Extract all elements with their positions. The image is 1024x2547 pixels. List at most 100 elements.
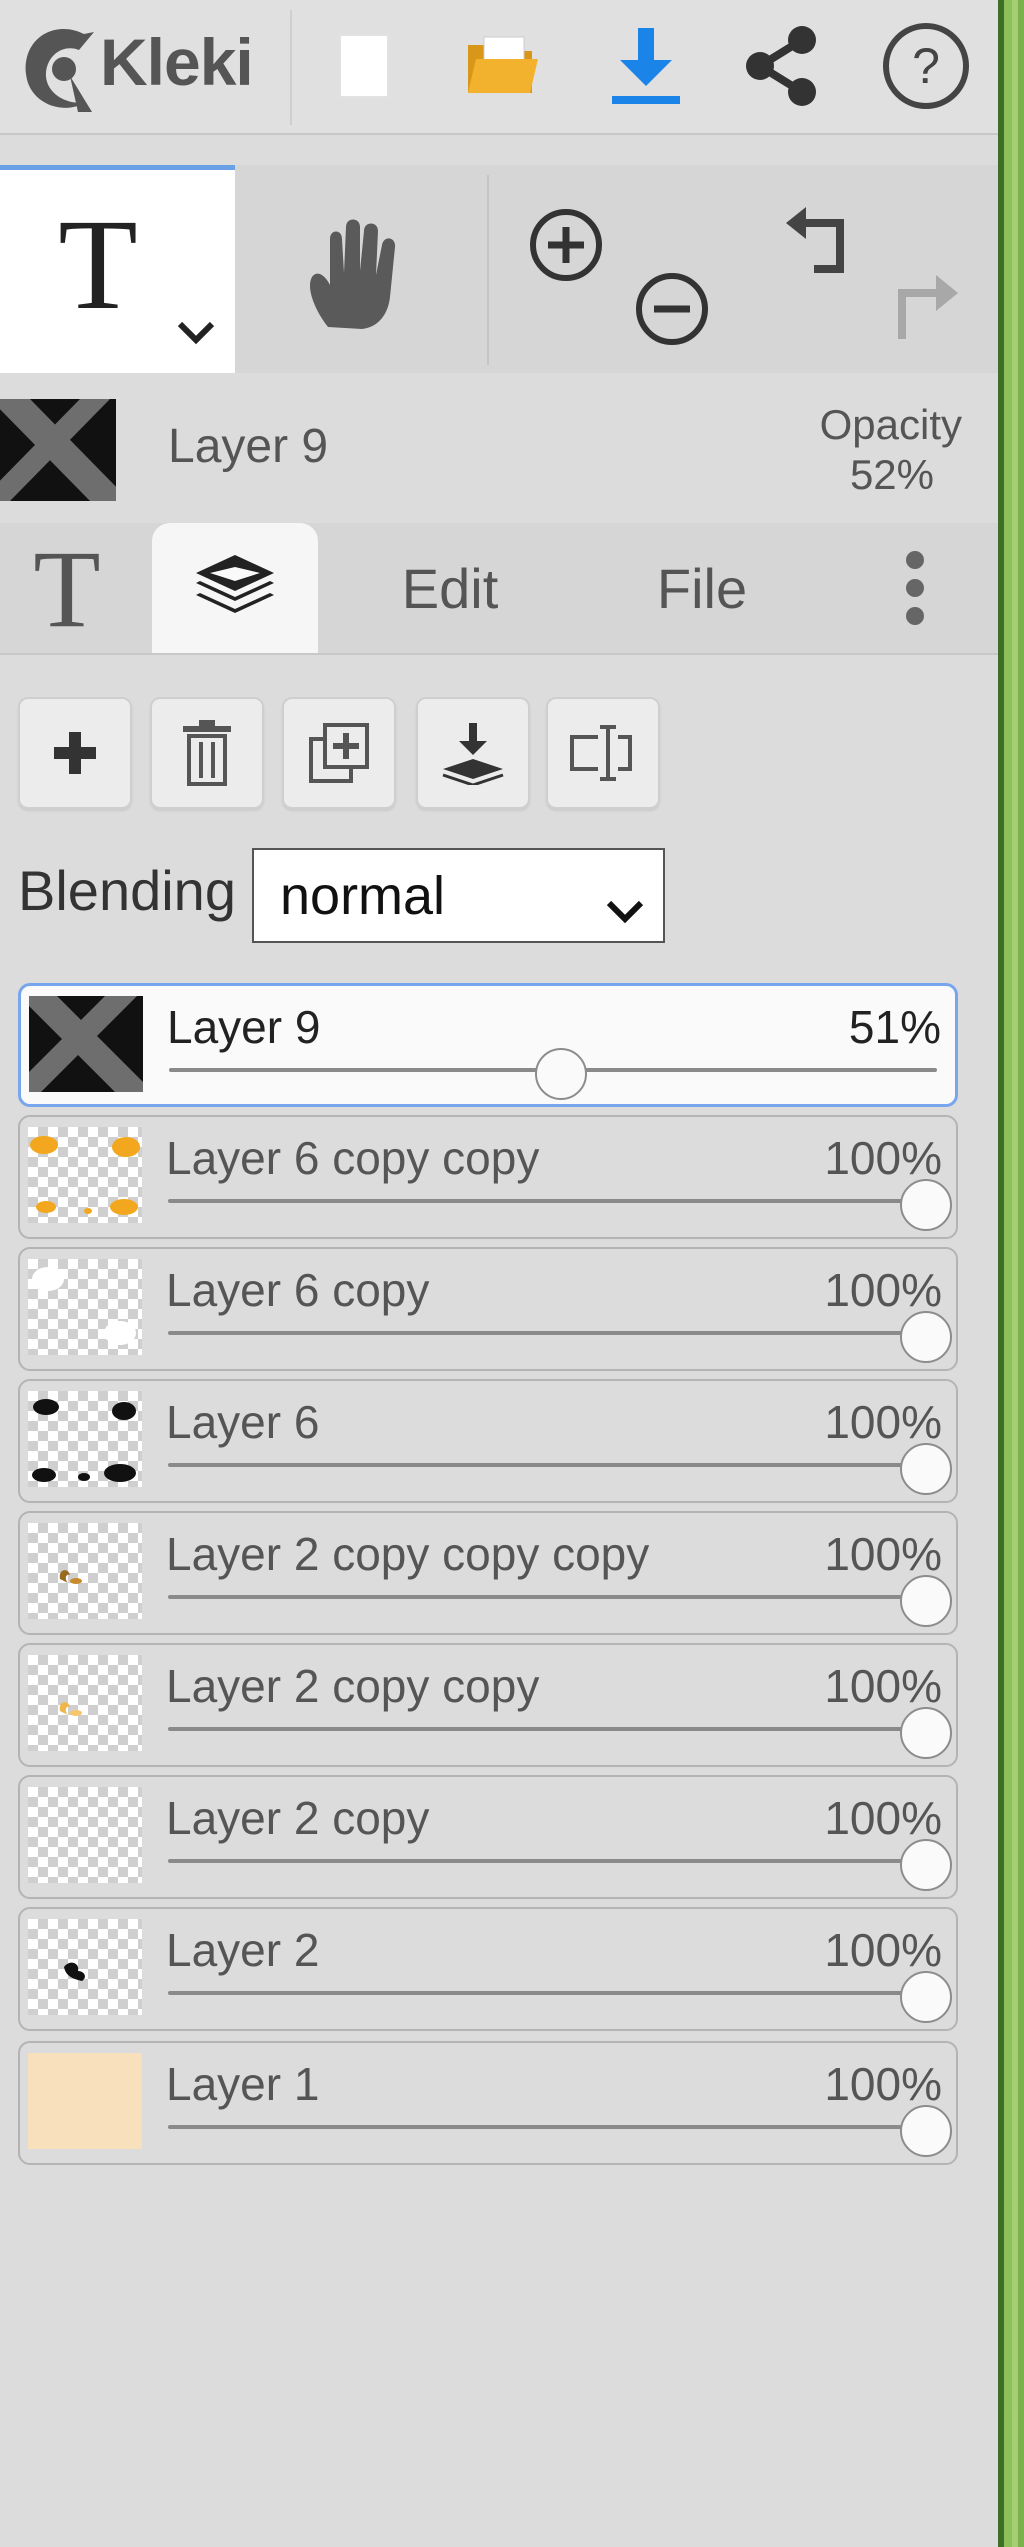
duplicate-layer-icon bbox=[309, 723, 369, 783]
merge-down-icon bbox=[442, 723, 504, 785]
layer-name: Layer 2 bbox=[166, 1924, 320, 1976]
layer-thumbnail bbox=[28, 1787, 142, 1883]
app-title: Kleki bbox=[100, 25, 254, 99]
opacity-slider-track[interactable] bbox=[168, 1595, 938, 1599]
opacity-slider-track[interactable] bbox=[168, 1859, 938, 1863]
layer-name: Layer 6 bbox=[166, 1396, 320, 1448]
text-tool-icon: T bbox=[58, 193, 138, 337]
rename-layer-icon bbox=[570, 725, 632, 781]
opacity-slider-handle[interactable] bbox=[534, 1048, 587, 1100]
layer-row-2-copy-copy-copy[interactable]: Layer 2 copy copy copy 100% bbox=[18, 1511, 958, 1635]
panel-tabs: T Edit File bbox=[0, 523, 998, 655]
layer-row-2-copy-copy[interactable]: Layer 2 copy copy 100% bbox=[18, 1643, 958, 1767]
delete-layer-icon bbox=[183, 720, 231, 786]
layer-opacity: 100% bbox=[824, 1924, 942, 1976]
tab-tool-settings[interactable]: T bbox=[0, 523, 134, 653]
merge-down-button[interactable] bbox=[416, 697, 530, 809]
layer-thumbnail bbox=[28, 2053, 142, 2149]
opacity-slider-track[interactable] bbox=[168, 1991, 938, 1995]
blending-mode-select[interactable]: normal bbox=[252, 848, 665, 943]
layer-opacity: 100% bbox=[824, 1528, 942, 1580]
redo-icon[interactable] bbox=[880, 269, 960, 354]
opacity-slider-handle[interactable] bbox=[900, 1443, 952, 1495]
opacity-slider-track[interactable] bbox=[168, 1199, 938, 1203]
layer-opacity: 100% bbox=[824, 1792, 942, 1844]
layer-thumbnail bbox=[29, 996, 143, 1092]
layer-name: Layer 2 copy copy bbox=[166, 1660, 540, 1712]
svg-text:T: T bbox=[33, 538, 100, 638]
opacity-slider-handle[interactable] bbox=[900, 1311, 952, 1363]
opacity-slider-track[interactable] bbox=[168, 1727, 938, 1731]
chevron-down-icon[interactable] bbox=[176, 320, 216, 351]
delete-layer-button[interactable] bbox=[150, 697, 264, 809]
more-menu-icon[interactable] bbox=[880, 523, 950, 653]
current-layer-header: Layer 9 Opacity 52% bbox=[0, 373, 998, 523]
layer-thumbnail bbox=[28, 1259, 142, 1355]
layer-name: Layer 9 bbox=[167, 1001, 321, 1053]
layer-thumbnail bbox=[28, 1127, 142, 1223]
undo-icon[interactable] bbox=[784, 205, 864, 290]
canvas-edge bbox=[998, 0, 1024, 2547]
opacity-slider-track[interactable] bbox=[168, 2125, 938, 2129]
zoom-out-icon[interactable] bbox=[632, 269, 712, 354]
layer-name: Layer 2 copy bbox=[166, 1792, 430, 1844]
help-icon[interactable]: ? bbox=[880, 20, 972, 112]
download-icon[interactable] bbox=[600, 20, 692, 112]
layers-icon bbox=[196, 555, 274, 613]
layer-row-6-copy-copy[interactable]: Layer 6 copy copy 100% bbox=[18, 1115, 958, 1239]
layer-name: Layer 2 copy copy copy bbox=[166, 1528, 650, 1580]
share-icon[interactable] bbox=[736, 20, 828, 112]
current-layer-name: Layer 9 bbox=[168, 420, 329, 473]
svg-text:T: T bbox=[58, 210, 137, 320]
opacity-slider-handle[interactable] bbox=[900, 1179, 952, 1231]
layer-thumbnail bbox=[28, 1919, 142, 2015]
layer-opacity: 100% bbox=[824, 1264, 942, 1316]
opacity-slider-handle[interactable] bbox=[900, 1707, 952, 1759]
layer-thumbnail bbox=[28, 1523, 142, 1619]
blending-label: Blending bbox=[18, 859, 236, 922]
top-bar: Kleki ? bbox=[0, 0, 998, 135]
layer-opacity: 51% bbox=[848, 1001, 941, 1053]
layer-name: Layer 6 copy bbox=[166, 1264, 430, 1316]
text-tool-button[interactable]: T bbox=[0, 165, 235, 373]
sidebar: Kleki ? T Layer 9 Opacity 52% T Edit Fil… bbox=[0, 0, 998, 2547]
hand-tool-icon[interactable] bbox=[300, 217, 410, 342]
layer-row-1[interactable]: Layer 1 100% bbox=[18, 2041, 958, 2165]
opacity-slider-handle[interactable] bbox=[900, 2105, 952, 2157]
tab-edit[interactable]: Edit bbox=[360, 523, 540, 653]
opacity-slider-handle[interactable] bbox=[900, 1971, 952, 2023]
layer-opacity: 100% bbox=[824, 1396, 942, 1448]
new-file-icon[interactable] bbox=[318, 20, 410, 112]
layer-name: Layer 1 bbox=[166, 2058, 320, 2110]
tab-file[interactable]: File bbox=[616, 523, 788, 653]
layer-opacity: 100% bbox=[824, 1132, 942, 1184]
layer-row-2-copy[interactable]: Layer 2 copy 100% bbox=[18, 1775, 958, 1899]
layer-thumbnail bbox=[28, 1655, 142, 1751]
opacity-slider-handle[interactable] bbox=[900, 1839, 952, 1891]
tool-row: T bbox=[0, 165, 998, 375]
text-tab-icon: T bbox=[33, 538, 100, 638]
opacity-value: 52% bbox=[849, 451, 934, 498]
open-folder-icon[interactable] bbox=[456, 20, 548, 112]
chevron-down-icon bbox=[605, 878, 645, 940]
layer-row-9[interactable]: Layer 9 51% bbox=[18, 983, 958, 1107]
duplicate-layer-button[interactable] bbox=[282, 697, 396, 809]
layer-opacity: 100% bbox=[824, 2058, 942, 2110]
layer-row-6-copy[interactable]: Layer 6 copy 100% bbox=[18, 1247, 958, 1371]
layer-name: Layer 6 copy copy bbox=[166, 1132, 540, 1184]
add-layer-button[interactable] bbox=[18, 697, 132, 809]
current-layer-thumbnail bbox=[0, 399, 116, 501]
opacity-slider-handle[interactable] bbox=[900, 1575, 952, 1627]
opacity-label: Opacity bbox=[819, 401, 962, 448]
tab-layers[interactable] bbox=[152, 523, 318, 653]
opacity-slider-track[interactable] bbox=[168, 1331, 938, 1335]
add-layer-icon bbox=[54, 732, 96, 774]
opacity-slider-track[interactable] bbox=[168, 1463, 938, 1467]
svg-text:?: ? bbox=[912, 38, 940, 94]
kleki-logo-icon bbox=[14, 14, 104, 119]
layer-row-6[interactable]: Layer 6 100% bbox=[18, 1379, 958, 1503]
blending-mode-value: normal bbox=[280, 865, 446, 926]
rename-layer-button[interactable] bbox=[546, 697, 660, 809]
zoom-in-icon[interactable] bbox=[526, 205, 606, 290]
layer-row-2[interactable]: Layer 2 100% bbox=[18, 1907, 958, 2031]
